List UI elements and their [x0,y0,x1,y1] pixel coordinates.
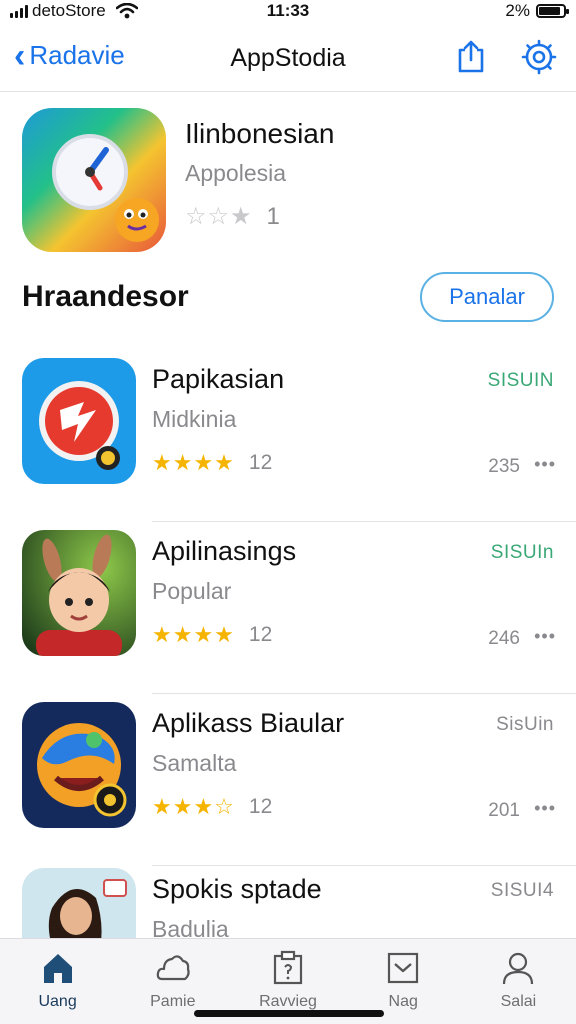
rating-stars: ★★★☆ [152,794,235,819]
featured-app-icon [22,108,166,252]
app-subtitle: Midkinia [152,406,237,432]
app-tag: SISUIn [490,542,554,563]
tab-label: Uang [38,993,77,1010]
inbox-icon [388,952,419,984]
nav-actions [452,38,558,76]
app-title: Papikasian [152,364,285,394]
app-number: 235 [488,456,520,477]
rating-count: 12 [248,795,273,818]
battery-icon [536,4,569,18]
settings-icon[interactable] [520,38,558,76]
cloud-icon [156,955,190,981]
tab-salai[interactable]: Salai [461,939,576,1024]
divider [152,521,576,522]
app-tag: SISUI4 [490,880,554,901]
list-item[interactable]: Papikasian Midkinia ★★★★ 12 SISUIN 235 •… [0,358,576,530]
app-icon [22,358,136,484]
wifi-icon [115,3,138,19]
app-number: 201 [488,800,520,821]
person-icon [503,952,534,985]
featured-app-rating: ☆☆★ 1 [185,202,280,231]
rating-count: 1 [266,202,280,230]
home-indicator [194,1010,384,1017]
more-options-icon[interactable]: ••• [534,626,556,647]
divider [152,693,576,694]
clipboard-icon [273,950,303,985]
app-rating: ★★★★ 12 [152,622,272,648]
featured-app-title: Ilinbonesian [185,118,335,149]
tab-label: Pamie [150,993,196,1010]
panalar-button[interactable]: Panalar [420,272,554,322]
home-icon [43,954,72,983]
tab-label: Nag [388,993,418,1010]
app-tag: SISUIN [487,370,554,391]
app-subtitle: Samalta [152,750,237,776]
navigation-bar: ‹ Radavie AppStodia [0,22,576,92]
app-icon [22,530,136,656]
app-rating: ★★★★ 12 [152,450,272,476]
more-options-icon[interactable]: ••• [534,798,556,819]
app-title: Aplikass Biaular [152,708,345,738]
rating-stars: ☆☆★ [185,203,253,230]
carrier-name: detoStore [32,1,106,20]
featured-app[interactable]: Ilinbonesian Appolesia ☆☆★ 1 [22,108,562,258]
featured-app-subtitle: Appolesia [185,160,287,186]
more-options-icon[interactable]: ••• [534,454,556,475]
status-right: 2% [505,1,569,21]
status-left: detoStore [10,1,138,21]
app-tag: SisUin [496,714,554,735]
signal-icon [10,4,28,18]
app-icon [22,702,136,828]
app-rating: ★★★☆ 12 [152,794,272,820]
divider [152,865,576,866]
rating-stars: ★★★★ [152,622,235,647]
rating-count: 12 [248,451,273,474]
tab-uang[interactable]: Uang [0,939,115,1024]
status-bar: detoStore 11:33 2% [0,0,576,22]
rating-count: 12 [248,623,273,646]
share-icon[interactable] [452,38,490,76]
rating-stars: ★★★★ [152,450,235,475]
app-title: Spokis sptade [152,874,322,904]
app-title: Apilinasings [152,536,297,566]
battery-percent: 2% [505,1,530,20]
list-item[interactable]: Apilinasings Popular ★★★★ 12 SISUIn 246 … [0,530,576,702]
tab-label: Salai [500,993,537,1010]
app-number: 246 [488,628,520,649]
app-subtitle: Popular [152,578,232,604]
tab-label: Ravvieg [259,993,317,1010]
section-title: Hraandesor [22,280,189,313]
list-item[interactable]: Aplikass Biaular Samalta ★★★☆ 12 SisUin … [0,702,576,874]
